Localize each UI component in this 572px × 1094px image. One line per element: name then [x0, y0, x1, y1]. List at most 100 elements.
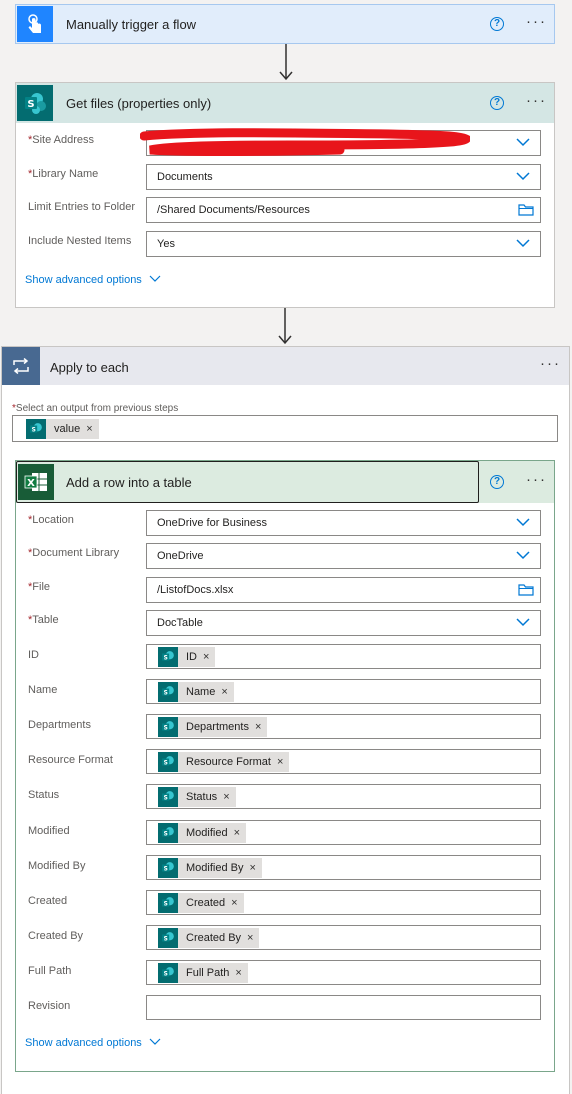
- loop-icon: [13, 358, 29, 374]
- dynamic-token[interactable]: S Full Path ×: [158, 962, 248, 983]
- departments-label: Departments: [28, 719, 91, 732]
- svg-text:S: S: [32, 427, 36, 433]
- folder-icon[interactable]: [518, 583, 534, 596]
- sharepoint-icon: S: [158, 822, 178, 843]
- more-options-icon[interactable]: ···: [526, 14, 547, 29]
- table-field[interactable]: DocTable: [146, 609, 541, 636]
- field-value: DocTable: [157, 616, 203, 629]
- svg-text:S: S: [164, 690, 168, 696]
- include-nested-items-label: Include Nested Items: [28, 234, 132, 247]
- dynamic-token[interactable]: S Modified ×: [158, 822, 247, 843]
- dynamic-token[interactable]: S Modified By ×: [158, 857, 262, 878]
- redaction-scribble: [140, 128, 470, 156]
- more-options-icon[interactable]: ···: [526, 472, 547, 487]
- help-icon[interactable]: ?: [490, 17, 504, 31]
- resource-format-label: Resource Format: [28, 754, 113, 767]
- location-field[interactable]: OneDrive for Business: [146, 510, 541, 536]
- chevron-down-icon[interactable]: [516, 137, 530, 147]
- remove-token-icon[interactable]: ×: [223, 791, 229, 803]
- dynamic-token[interactable]: S Status ×: [158, 787, 236, 808]
- trigger-icon-tile: [17, 6, 53, 42]
- full-path-field[interactable]: S Full Path ×: [146, 959, 541, 985]
- sharepoint-icon: S: [158, 717, 178, 738]
- trigger-title: Manually trigger a flow: [66, 17, 197, 32]
- resource-format-field[interactable]: S Resource Format ×: [146, 749, 541, 775]
- token-label: Full Path: [186, 966, 230, 979]
- token-label: Status: [186, 791, 218, 804]
- remove-token-icon[interactable]: ×: [249, 862, 255, 874]
- created-by-field[interactable]: S Created By ×: [146, 924, 541, 950]
- token-label: Created By: [186, 931, 242, 944]
- chevron-down-icon[interactable]: [516, 550, 530, 560]
- touch-icon: [28, 14, 41, 33]
- dynamic-token[interactable]: S Created By ×: [158, 927, 260, 948]
- token-label: value: [54, 423, 81, 435]
- folder-icon[interactable]: [518, 204, 534, 216]
- modified-field[interactable]: S Modified ×: [146, 819, 541, 845]
- sharepoint-icon: S: [158, 962, 178, 983]
- name-field[interactable]: S Name ×: [146, 679, 541, 705]
- chevron-down-icon[interactable]: [516, 617, 530, 627]
- remove-token-icon[interactable]: ×: [247, 932, 253, 944]
- file-field[interactable]: /ListofDocs.xlsx: [146, 576, 541, 603]
- sharepoint-icon-tile: S: [17, 85, 53, 121]
- svg-text:S: S: [164, 971, 168, 977]
- token-label: Created: [186, 896, 226, 909]
- field-value: Yes: [157, 237, 175, 250]
- loop-icon-tile: [2, 347, 40, 385]
- get-files-title: Get files (properties only): [66, 96, 212, 111]
- departments-field[interactable]: S Departments ×: [146, 714, 541, 740]
- show-advanced-options-link[interactable]: Show advanced options: [25, 274, 161, 286]
- dynamic-token[interactable]: S Departments ×: [158, 717, 268, 738]
- help-icon[interactable]: ?: [490, 475, 504, 489]
- modified-label: Modified: [28, 824, 70, 837]
- remove-token-icon[interactable]: ×: [203, 651, 209, 663]
- help-icon[interactable]: ?: [490, 96, 504, 110]
- field-value: /ListofDocs.xlsx: [157, 583, 234, 596]
- add-row-title: Add a row into a table: [66, 475, 192, 490]
- full-path-label: Full Path: [28, 964, 72, 977]
- remove-token-icon[interactable]: ×: [86, 423, 92, 435]
- site-address-label: *Site Address: [28, 134, 95, 146]
- modified-by-field[interactable]: S Modified By ×: [146, 854, 541, 880]
- trigger-card[interactable]: Manually trigger a flow ? ···: [15, 4, 555, 44]
- dynamic-token[interactable]: S ID ×: [158, 647, 216, 667]
- limit-entries-to-folder-field[interactable]: /Shared Documents/Resources: [146, 197, 541, 223]
- dynamic-token[interactable]: S Resource Format ×: [158, 752, 290, 773]
- table-label: *Table: [28, 613, 59, 626]
- include-nested-items-field[interactable]: Yes: [146, 230, 541, 257]
- more-options-icon[interactable]: ···: [540, 356, 561, 371]
- chevron-down-icon[interactable]: [516, 517, 530, 527]
- more-options-icon[interactable]: ···: [526, 93, 547, 108]
- dynamic-token[interactable]: S Name ×: [158, 682, 234, 703]
- id-field[interactable]: S ID ×: [146, 644, 541, 669]
- excel-icon-tile: X: [18, 464, 54, 500]
- revision-field[interactable]: [146, 995, 541, 1020]
- library-name-field[interactable]: Documents: [146, 163, 541, 190]
- apply-to-each-title: Apply to each: [50, 360, 129, 375]
- remove-token-icon[interactable]: ×: [255, 721, 261, 733]
- remove-token-icon[interactable]: ×: [235, 967, 241, 979]
- document-library-field[interactable]: OneDrive: [146, 543, 541, 570]
- svg-text:S: S: [164, 831, 168, 837]
- status-field[interactable]: S Status ×: [146, 784, 541, 810]
- select-output-field[interactable]: S value ×: [12, 415, 558, 442]
- chevron-down-icon[interactable]: [516, 171, 530, 181]
- svg-text:S: S: [164, 726, 168, 732]
- remove-token-icon[interactable]: ×: [221, 686, 227, 698]
- revision-label: Revision: [28, 1000, 71, 1012]
- created-field[interactable]: S Created ×: [146, 889, 541, 915]
- dynamic-token[interactable]: S value ×: [26, 419, 99, 439]
- dynamic-token[interactable]: S Created ×: [158, 892, 244, 913]
- remove-token-icon[interactable]: ×: [231, 897, 237, 909]
- field-value: Documents: [157, 170, 213, 183]
- modified-by-label: Modified By: [28, 859, 86, 872]
- chevron-down-icon[interactable]: [516, 238, 530, 248]
- remove-token-icon[interactable]: ×: [277, 756, 283, 768]
- token-label: Resource Format: [186, 756, 271, 769]
- remove-token-icon[interactable]: ×: [234, 827, 240, 839]
- svg-text:S: S: [164, 936, 168, 942]
- show-advanced-options-link[interactable]: Show advanced options: [25, 1037, 161, 1049]
- chevron-down-icon: [149, 1038, 161, 1045]
- svg-text:S: S: [164, 901, 168, 907]
